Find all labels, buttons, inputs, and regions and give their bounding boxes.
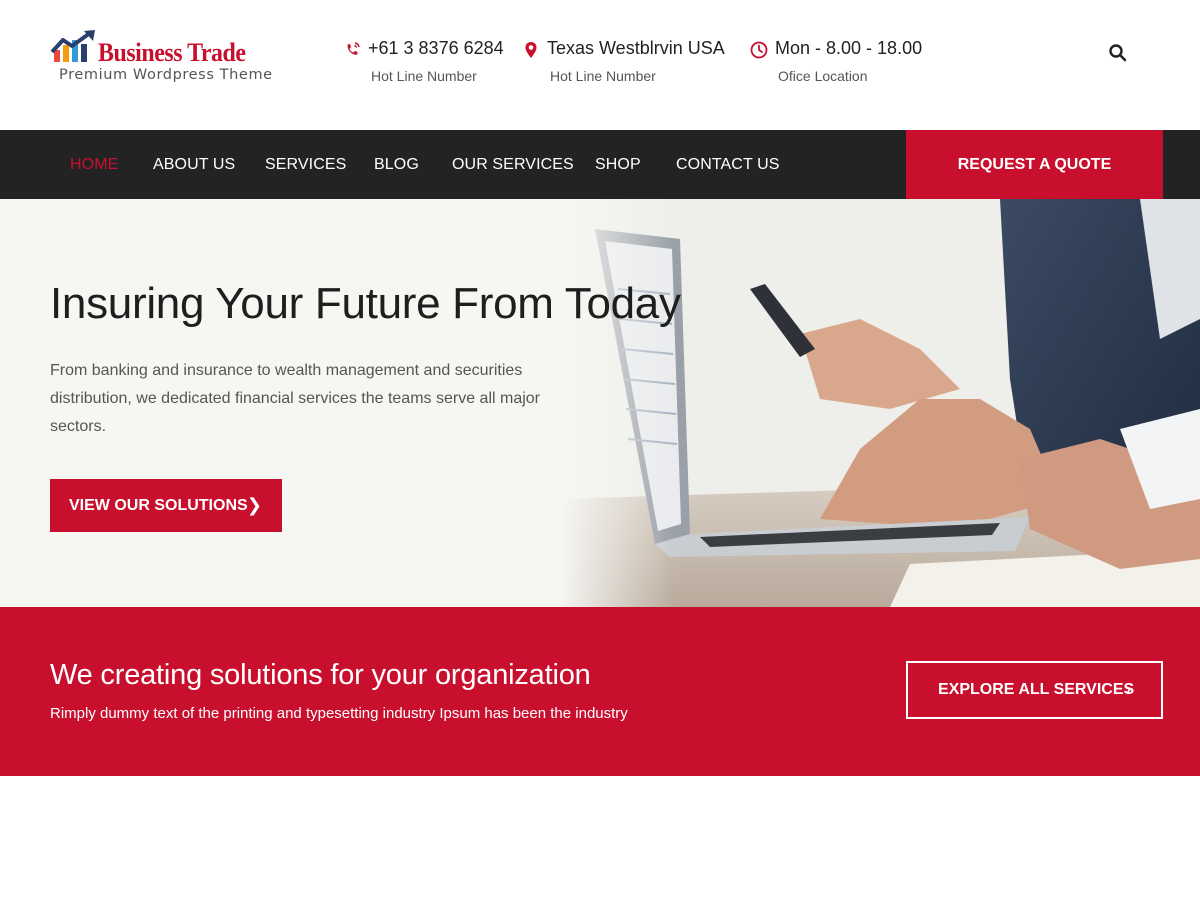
explore-services-label: EXPLORE ALL SERVICES xyxy=(938,681,1135,698)
site-header: Business Trade Premium Wordpress Theme +… xyxy=(0,0,1200,130)
explore-services-button[interactable]: EXPLORE ALL SERVICES › xyxy=(906,661,1163,719)
chart-logo-icon xyxy=(50,30,95,62)
hours-label: Ofice Location xyxy=(778,68,868,84)
chevron-right-icon: ❯ xyxy=(246,495,262,515)
band-title: We creating solutions for your organizat… xyxy=(50,659,591,691)
request-quote-button[interactable]: REQUEST A QUOTE xyxy=(906,130,1163,199)
phone-number[interactable]: +61 3 8376 6284 xyxy=(368,38,504,59)
nav-item-services[interactable]: SERVICES xyxy=(265,130,346,199)
site-logo[interactable]: Business Trade Premium Wordpress Theme xyxy=(50,30,290,90)
hero-image xyxy=(560,199,1200,607)
band-description: Rimply dummy text of the printing and ty… xyxy=(50,705,628,722)
hero-section: Insuring Your Future From Today From ban… xyxy=(0,199,1200,607)
search-button[interactable] xyxy=(1108,43,1130,65)
map-pin-icon xyxy=(525,42,537,58)
phone-label: Hot Line Number xyxy=(371,68,477,84)
nav-item-shop[interactable]: SHOP xyxy=(595,130,641,199)
nav-item-blog[interactable]: BLOG xyxy=(374,130,419,199)
address-text: Texas Westblrvin USA xyxy=(547,38,725,58)
logo-title: Business Trade xyxy=(98,38,246,67)
address-label: Hot Line Number xyxy=(550,68,656,84)
phone-icon xyxy=(347,42,360,55)
chevron-right-icon: › xyxy=(1125,681,1131,698)
clock-icon xyxy=(750,41,768,59)
nav-item-our-services[interactable]: OUR SERVICES xyxy=(452,130,574,199)
nav-item-contact-us[interactable]: CONTACT US xyxy=(676,130,780,199)
hours-text: Mon - 8.00 - 18.00 xyxy=(775,38,923,58)
cta-band: We creating solutions for your organizat… xyxy=(0,607,1200,776)
main-navigation: HOME ABOUT US SERVICES BLOG OUR SERVICES… xyxy=(0,130,1200,199)
nav-item-about-us[interactable]: ABOUT US xyxy=(153,130,235,199)
view-solutions-button[interactable]: VIEW OUR SOLUTIONS ❯ xyxy=(50,479,282,532)
nav-item-home[interactable]: HOME xyxy=(70,130,118,199)
view-solutions-label: VIEW OUR SOLUTIONS xyxy=(69,497,248,514)
search-icon xyxy=(1109,44,1127,62)
logo-subtitle: Premium Wordpress Theme xyxy=(59,67,273,83)
hero-description: From banking and insurance to wealth man… xyxy=(50,362,541,435)
hero-title: Insuring Your Future From Today xyxy=(50,279,681,328)
